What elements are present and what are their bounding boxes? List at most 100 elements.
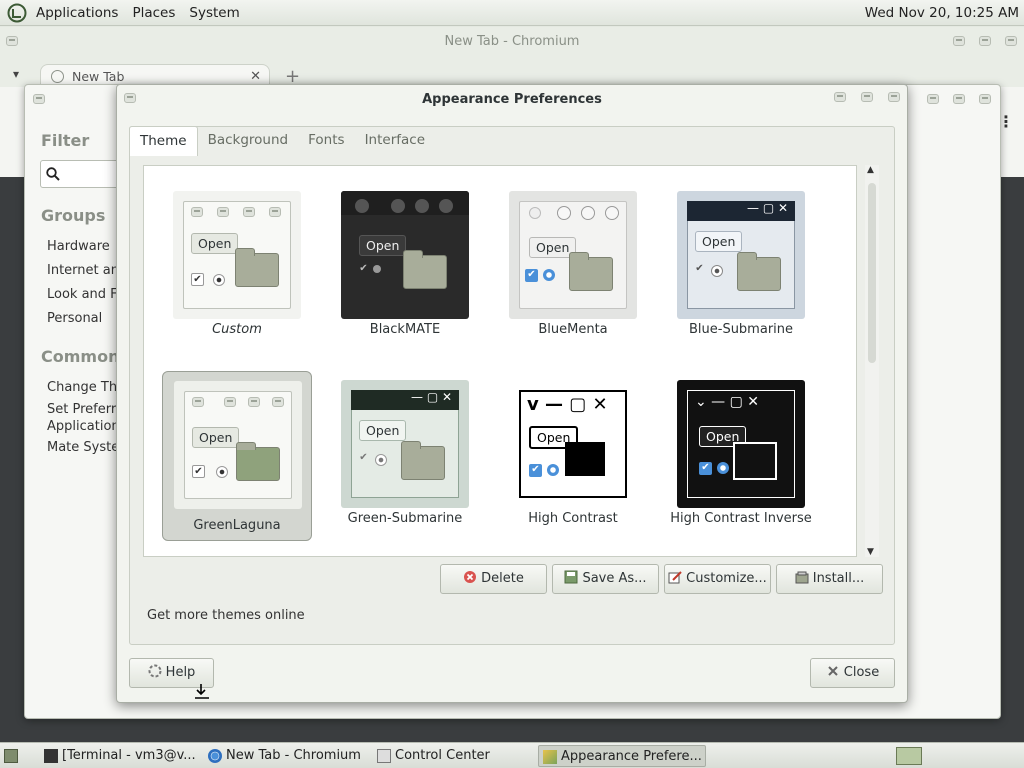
task-label: New Tab - Chromium <box>226 748 361 763</box>
task-chromium[interactable]: New Tab - Chromium <box>204 745 361 767</box>
cc-common-set-preferred[interactable]: Set Preferre <box>47 402 119 417</box>
dialog-close-icon[interactable] <box>888 92 900 102</box>
save-as-button[interactable]: Save As... <box>552 564 659 594</box>
preferences-tabs: Theme Background Fonts Interface <box>129 126 435 156</box>
cc-common-mate-system[interactable]: Mate Syster <box>47 440 119 455</box>
top-panel: Applications Places System Wed Nov 20, 1… <box>0 0 1024 26</box>
theme-blackmate[interactable]: Open ✔ BlackMATE <box>330 182 480 352</box>
folder-icon <box>401 441 445 480</box>
radio-icon <box>547 464 559 476</box>
folder-icon <box>235 248 279 287</box>
install-label: Install... <box>812 571 865 586</box>
appearance-icon <box>543 750 557 764</box>
theme-preview: Open ✔ <box>341 191 469 319</box>
chromium-maximize-icon[interactable] <box>979 36 991 46</box>
theme-grid[interactable]: Open ✔ Custom Open ✔ BlackMATE Open ✔ Bl… <box>143 165 857 557</box>
get-more-themes-link[interactable]: Get more themes online <box>147 608 305 623</box>
install-icon <box>795 571 809 584</box>
cc-close-icon[interactable] <box>979 94 991 104</box>
folder-open-icon: Open <box>695 231 743 252</box>
folder-icon <box>737 252 781 291</box>
cc-common-change-theme[interactable]: Change The <box>47 380 119 395</box>
checkbox-icon: ✔ <box>525 269 538 282</box>
customize-button[interactable]: Customize... <box>664 564 771 594</box>
theme-grid-scrollbar[interactable]: ▲ ▼ <box>865 165 879 557</box>
control-center-icon <box>377 749 391 763</box>
task-appearance-preferences[interactable]: Appearance Prefere... <box>538 745 706 767</box>
scroll-up-icon[interactable]: ▲ <box>867 165 874 175</box>
tab-background[interactable]: Background <box>198 126 299 156</box>
cc-common-applications[interactable]: Application <box>47 419 119 434</box>
cc-minimize-icon[interactable] <box>927 94 939 104</box>
cc-group-hardware[interactable]: Hardware <box>47 239 119 254</box>
cc-group-internet[interactable]: Internet and <box>47 263 119 278</box>
save-as-label: Save As... <box>582 571 647 586</box>
theme-green-submarine[interactable]: — ▢ ✕ Open ✔ Green-Submarine <box>330 371 480 541</box>
cc-group-personal[interactable]: Personal <box>47 311 119 326</box>
mate-logo-icon[interactable] <box>7 3 27 23</box>
cc-maximize-icon[interactable] <box>953 94 965 104</box>
tab-fonts[interactable]: Fonts <box>298 126 354 156</box>
dialog-minimize-icon[interactable] <box>834 92 846 102</box>
checkbox-icon: ✔ <box>529 464 542 477</box>
dialog-maximize-icon[interactable] <box>861 92 873 102</box>
theme-high-contrast-inverse[interactable]: ⌄ — ▢ ✕ Open ✔ High Contrast Inverse <box>666 371 816 541</box>
cc-filter-heading: Filter <box>41 131 90 150</box>
theme-preview: — ▢ ✕ Open ✔ <box>341 380 469 508</box>
cursor-icon <box>195 684 209 699</box>
checkbox-icon: ✔ <box>699 462 712 475</box>
folder-open-icon: Open <box>359 420 407 441</box>
dialog-titlebar[interactable]: Appearance Preferences <box>117 85 907 115</box>
menu-applications[interactable]: Applications <box>29 5 125 21</box>
checkbox-icon: ✔ <box>192 465 205 478</box>
terminal-icon <box>44 749 58 763</box>
cc-group-look-and-feel[interactable]: Look and Fe <box>47 287 119 302</box>
theme-name: Green-Submarine <box>347 511 463 526</box>
folder-open-icon: Open <box>359 235 407 256</box>
dialog-title: Appearance Preferences <box>422 92 602 107</box>
save-icon <box>564 570 578 584</box>
task-terminal[interactable]: [Terminal - vm3@v... <box>40 745 196 767</box>
chromium-title: New Tab - Chromium <box>444 34 580 49</box>
help-label: Help <box>165 665 196 680</box>
chromium-close-icon[interactable] <box>1005 36 1017 46</box>
task-label: [Terminal - vm3@v... <box>62 748 196 763</box>
theme-custom[interactable]: Open ✔ Custom <box>162 182 312 352</box>
delete-button[interactable]: Delete <box>440 564 547 594</box>
menu-system[interactable]: System <box>182 5 246 21</box>
delete-label: Delete <box>481 571 524 586</box>
cc-menu-icon[interactable] <box>33 94 45 104</box>
scroll-thumb[interactable] <box>868 183 876 363</box>
radio-icon <box>213 274 225 286</box>
checkbox-icon: ✔ <box>191 273 204 286</box>
radio-icon <box>216 466 228 478</box>
chevron-down-icon[interactable]: ▾ <box>13 67 19 81</box>
tab-theme[interactable]: Theme <box>129 126 198 156</box>
theme-name: BlueMenta <box>538 322 608 337</box>
desktop-icon <box>4 749 18 763</box>
panel-clock[interactable]: Wed Nov 20, 10:25 AM <box>865 5 1019 21</box>
theme-bluementa[interactable]: Open ✔ BlueMenta <box>498 182 648 352</box>
workspace-switcher[interactable] <box>893 745 925 767</box>
folder-open-icon: Open <box>191 233 239 254</box>
tab-interface[interactable]: Interface <box>355 126 435 156</box>
chromium-tabbar: ▾ New Tab ✕ + <box>0 57 1024 90</box>
theme-greenlaguna[interactable]: Open ✔ GreenLaguna <box>162 371 312 541</box>
menu-places[interactable]: Places <box>125 5 182 21</box>
show-desktop-button[interactable] <box>0 745 24 767</box>
theme-high-contrast[interactable]: v — ▢ ✕ Open ✔ High Contrast <box>498 371 648 541</box>
folder-icon <box>565 442 605 476</box>
chromium-menu-icon[interactable] <box>6 36 18 46</box>
theme-name: BlackMATE <box>369 322 441 337</box>
chromium-minimize-icon[interactable] <box>953 36 965 46</box>
install-button[interactable]: Install... <box>776 564 883 594</box>
help-icon <box>148 664 162 678</box>
theme-preview: v — ▢ ✕ Open ✔ <box>509 380 637 508</box>
task-control-center[interactable]: Control Center <box>373 745 490 767</box>
checkbox-icon: ✔ <box>695 263 704 274</box>
close-button[interactable]: Close <box>810 658 895 688</box>
scroll-down-icon[interactable]: ▼ <box>867 547 874 557</box>
theme-blue-submarine[interactable]: — ▢ ✕ Open ✔ Blue-Submarine <box>666 182 816 352</box>
chromium-titlebar[interactable]: New Tab - Chromium <box>0 27 1024 57</box>
dialog-menu-icon[interactable] <box>124 93 136 103</box>
